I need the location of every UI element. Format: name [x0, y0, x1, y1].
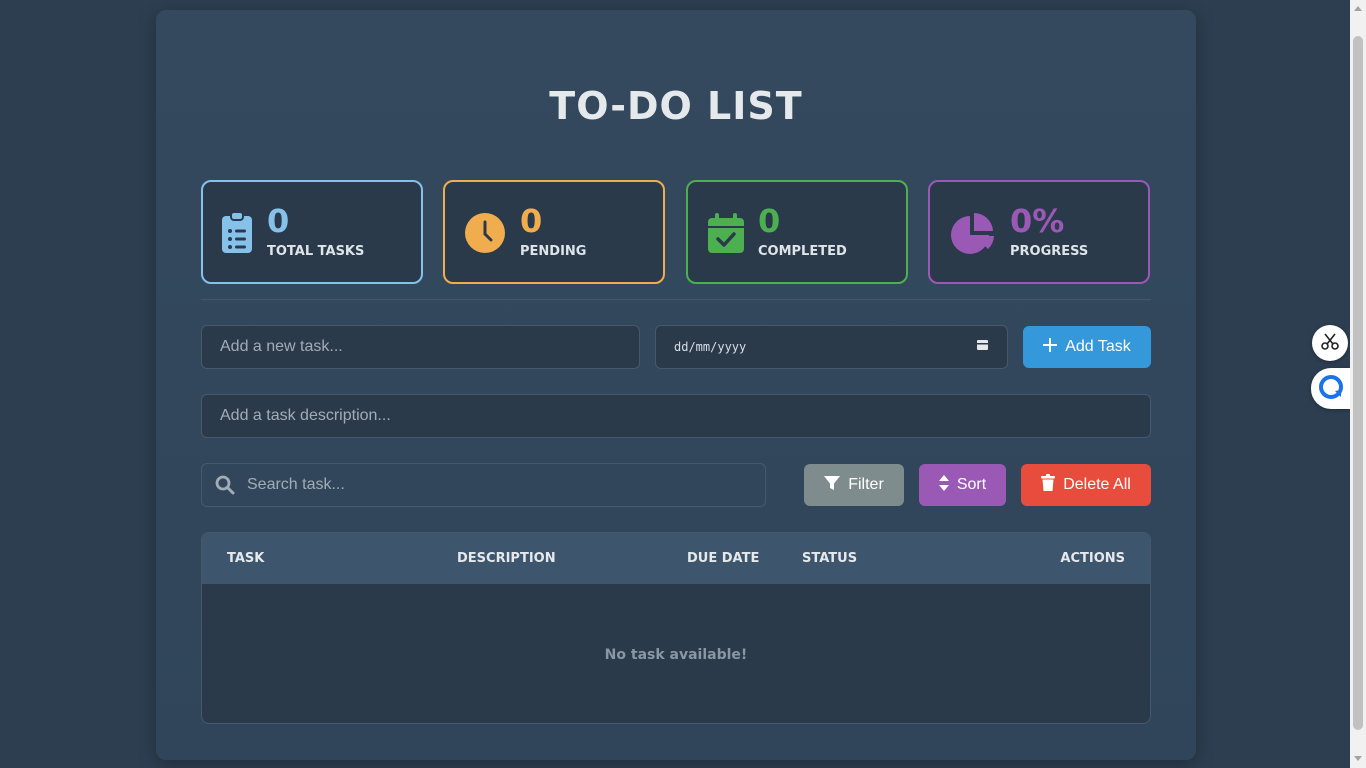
chat-widget-button[interactable] [1311, 368, 1350, 409]
add-task-button[interactable]: Add Task [1023, 326, 1151, 368]
total-tasks-label: TOTAL TASKS [267, 244, 365, 259]
scissors-widget-button[interactable] [1312, 325, 1348, 361]
clipboard-list-icon [221, 211, 253, 258]
pending-count: 0 [520, 202, 543, 240]
clock-icon [464, 212, 506, 258]
filter-icon [824, 475, 841, 496]
empty-state-message: No task available! [604, 647, 748, 663]
page-title: TO-DO LIST [549, 84, 803, 128]
search-box [201, 463, 766, 507]
pending-label: PENDING [520, 244, 587, 259]
due-date-placeholder: dd/mm/yyyy [674, 340, 747, 354]
column-header-due-date: DUE DATE [687, 551, 760, 566]
calendar-check-icon [707, 212, 745, 258]
due-date-input[interactable]: dd/mm/yyyy [655, 325, 1008, 369]
total-tasks-count: 0 [267, 202, 290, 240]
delete-all-label: Delete All [1063, 476, 1131, 493]
search-input[interactable] [201, 463, 766, 507]
calendar-icon[interactable] [976, 338, 989, 356]
task-input[interactable] [201, 325, 640, 369]
progress-value: 0% [1010, 202, 1065, 240]
description-input[interactable] [201, 394, 1151, 438]
column-header-actions: ACTIONS [1060, 551, 1125, 566]
scrollbar-thumb[interactable] [1353, 36, 1363, 730]
completed-count: 0 [758, 202, 781, 240]
table-header: TASK DESCRIPTION DUE DATE STATUS ACTIONS [202, 533, 1150, 584]
divider [201, 299, 1151, 300]
completed-label: COMPLETED [758, 244, 847, 259]
trash-icon [1041, 474, 1056, 496]
progress-label: PROGRESS [1010, 244, 1089, 259]
chart-pie-icon [950, 212, 996, 258]
todo-card: TO-DO LIST 0 TOTAL TASKS 0 PENDING 0 COM… [156, 10, 1196, 760]
sort-label: Sort [956, 476, 987, 493]
column-header-status: STATUS [802, 551, 858, 566]
stat-card-pending: 0 PENDING [443, 180, 665, 284]
scissors-icon [1321, 332, 1339, 354]
delete-all-button[interactable]: Delete All [1021, 464, 1151, 506]
column-header-task: TASK [227, 551, 265, 566]
filter-button[interactable]: Filter [804, 464, 904, 506]
scroll-up-arrow-icon[interactable] [1354, 6, 1362, 11]
task-table: TASK DESCRIPTION DUE DATE STATUS ACTIONS… [201, 532, 1151, 724]
column-header-description: DESCRIPTION [457, 551, 556, 566]
sort-icon [938, 474, 949, 496]
filter-label: Filter [848, 476, 884, 493]
chat-bubble-icon [1318, 374, 1344, 404]
stat-card-total-tasks: 0 TOTAL TASKS [201, 180, 423, 284]
scroll-down-arrow-icon[interactable] [1354, 756, 1362, 761]
stat-card-completed: 0 COMPLETED [686, 180, 908, 284]
sort-button[interactable]: Sort [919, 464, 1006, 506]
plus-icon [1043, 337, 1058, 357]
add-task-label: Add Task [1065, 338, 1131, 355]
stat-card-progress: 0% PROGRESS [928, 180, 1150, 284]
